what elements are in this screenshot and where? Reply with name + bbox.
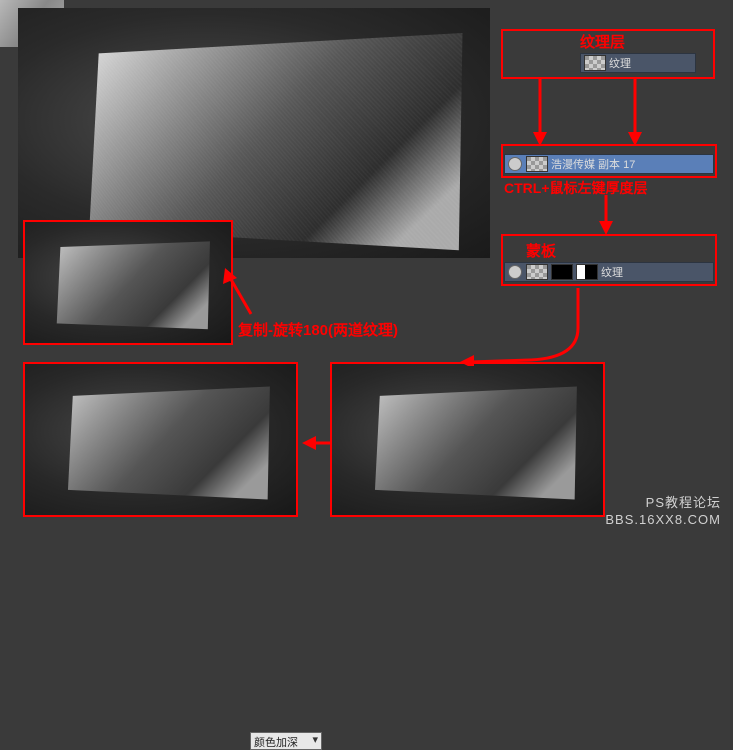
layer-row-mask[interactable]: 纹理	[504, 262, 714, 282]
arrow-diag-icon	[223, 268, 255, 318]
layer-thumb	[526, 264, 548, 280]
layer-name: 纹理	[601, 264, 623, 280]
layer-row-texture[interactable]: 纹理	[580, 53, 696, 73]
extruded-3d-text	[89, 33, 462, 250]
small-preview-3	[330, 362, 605, 517]
mini-3d-text	[375, 387, 577, 500]
layer-name: 浩漫传媒 副本 17	[551, 156, 635, 172]
texture-layer-label: 纹理层	[580, 31, 625, 52]
layer-thumb	[526, 156, 548, 172]
watermark-line2: BBS.16XX8.COM	[605, 512, 721, 529]
blend-mode-dropdown[interactable]: 颜色加深	[250, 732, 322, 750]
copy-rotate-label: 复制-旋转180(两道纹理)	[238, 319, 398, 340]
layer-name: 纹理	[609, 55, 631, 71]
mini-3d-text	[68, 387, 270, 500]
visibility-eye-icon[interactable]	[508, 157, 522, 171]
layer-row-copy[interactable]: 浩漫传媒 副本 17	[504, 154, 714, 174]
mini-3d-text	[56, 241, 209, 329]
arrow-left-icon	[302, 434, 334, 452]
arrow-down-icon	[625, 78, 645, 146]
ctrl-click-hint: CTRL+鼠标左键厚度层	[504, 178, 648, 198]
small-preview-1	[23, 220, 233, 345]
layer-mask-thumb-black	[551, 264, 573, 280]
watermark-line1: PS教程论坛	[605, 495, 721, 512]
layer-mask-thumb	[584, 55, 606, 71]
arrow-curve-icon	[460, 288, 580, 366]
mask-label: 蒙板	[526, 240, 556, 261]
arrow-down-icon	[596, 195, 616, 235]
small-preview-2: 颜色加深	[23, 362, 298, 517]
layer-mask-thumb-split	[576, 264, 598, 280]
visibility-eye-icon[interactable]	[508, 265, 522, 279]
watermark: PS教程论坛 BBS.16XX8.COM	[605, 495, 721, 529]
arrow-down-icon	[530, 78, 550, 146]
